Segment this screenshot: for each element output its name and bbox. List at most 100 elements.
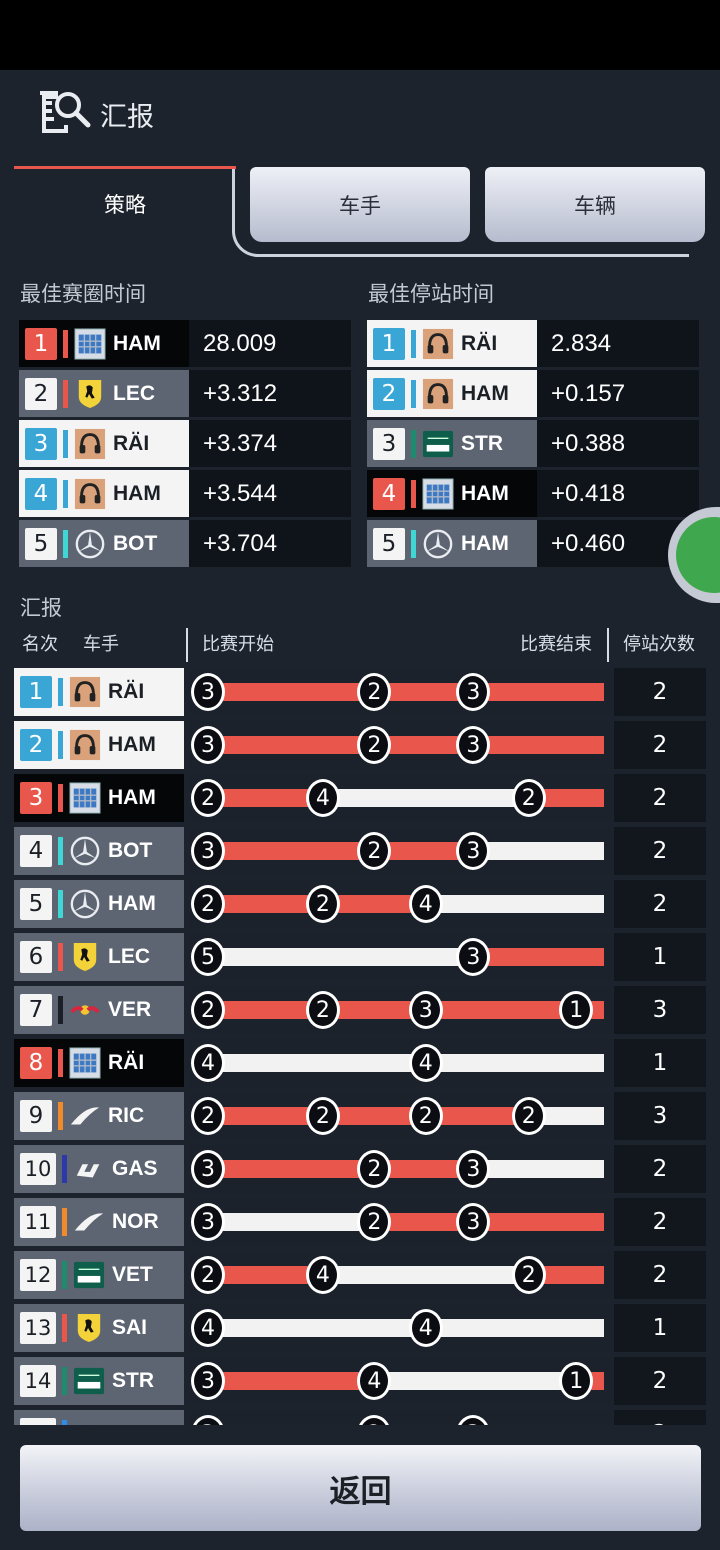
team-stripe: [63, 329, 68, 358]
team-stripe: [62, 1314, 67, 1342]
stint-bar: 2 2 4: [190, 880, 610, 928]
team-logo-icon: [68, 940, 102, 974]
driver-cell: 5 BOT: [19, 520, 189, 567]
tyre-compound-label: 2: [521, 1103, 536, 1129]
position-badge: 5: [25, 527, 57, 560]
col-race-finish: 比赛结束: [520, 634, 592, 655]
team-logo-icon: [68, 781, 102, 815]
best-time-row: 5 HAM +0.460: [367, 520, 699, 567]
team-logo-icon: [68, 887, 102, 921]
tab-cars[interactable]: 车辆: [485, 167, 705, 242]
tab-strategy[interactable]: 策略: [14, 166, 236, 242]
page-title: 汇报: [100, 101, 154, 133]
time-value: 28.009: [203, 329, 277, 357]
best-time-row: 4 HAM +0.418: [367, 470, 699, 517]
team-logo-icon: [72, 1311, 106, 1345]
tyre-compound-label: 2: [201, 1262, 215, 1288]
tyre-compound-marker: 3: [191, 1150, 225, 1188]
tyre-compound-marker: 1: [559, 1362, 594, 1400]
team-logo-icon: [421, 377, 455, 411]
driver-cell: 2 LEC: [19, 370, 189, 417]
tyre-compound-label: 4: [315, 1262, 330, 1288]
tyre-compound-marker: 2: [357, 832, 392, 870]
strategy-row: 10 GAS 3 2 3 2: [14, 1145, 706, 1193]
driver-code: RÄI: [461, 331, 498, 355]
tyre-compound-marker: 2: [357, 726, 392, 764]
tyre-compound-label: 2: [367, 679, 382, 705]
driver-code: GAS: [112, 1157, 158, 1180]
driver-code: BOT: [113, 531, 158, 555]
team-stripe: [62, 1208, 67, 1236]
pit-stop-count: 2: [614, 668, 706, 716]
team-stripe: [58, 784, 63, 812]
driver-cell: 4 HAM: [367, 470, 537, 517]
strategy-list: 1 RÄI 3 2 3 2 2 HAM 3 2 3 2 3 HAM 2 4 2 2 4 BOT 3 2 3 2 5 HAM 2 2 4 2…: [0, 668, 720, 1430]
time-value: +0.157: [551, 379, 626, 407]
stint-segment: [208, 1160, 375, 1178]
strategy-row: 7 VER 2 2 3 1 3: [14, 986, 706, 1034]
back-button[interactable]: 返回: [20, 1445, 701, 1531]
driver-code: HAM: [113, 331, 161, 355]
team-stripe: [411, 479, 416, 508]
strategy-row: 9 RIC 2 2 2 2 3: [14, 1092, 706, 1140]
position-badge: 1: [373, 327, 405, 360]
strategy-row: 4 BOT 3 2 3 2: [14, 827, 706, 875]
tyre-compound-label: 3: [201, 679, 215, 705]
driver-code: HAM: [108, 733, 156, 756]
report-screen: 汇报 策略 车手 车辆 最佳赛圈时间 最佳停站时间 1 HAM 28.009 2 LEC…: [0, 70, 720, 1550]
team-stripe: [62, 1261, 67, 1289]
best-pit-title: 最佳停站时间: [368, 282, 494, 306]
tyre-compound-marker: 2: [191, 1256, 225, 1294]
position-badge: 2: [25, 377, 57, 410]
tyre-compound-label: 4: [201, 1315, 215, 1341]
tyre-compound-marker: 2: [511, 1256, 546, 1294]
stint-bar: 3 2 3: [190, 1198, 610, 1246]
tyre-compound-label: 2: [315, 997, 330, 1023]
driver-cell: 3 HAM: [14, 774, 184, 822]
team-logo-icon: [72, 1258, 106, 1292]
position-badge: 6: [20, 941, 52, 973]
team-stripe: [411, 329, 416, 358]
driver-cell: 2 HAM: [14, 721, 184, 769]
strategy-row: 1 RÄI 3 2 3 2: [14, 668, 706, 716]
stint-segment: [208, 1054, 426, 1072]
tyre-compound-marker: 4: [408, 1309, 443, 1347]
tyre-compound-marker: 2: [357, 673, 392, 711]
tyre-compound-marker: 4: [305, 779, 340, 817]
tyre-compound-label: 1: [569, 997, 584, 1023]
driver-cell: 1 RÄI: [14, 668, 184, 716]
pit-stop-count: 3: [614, 986, 706, 1034]
time-cell: +3.374: [189, 420, 351, 467]
time-cell: +3.544: [189, 470, 351, 517]
tyre-compound-label: 3: [466, 1156, 481, 1182]
time-value: +0.388: [551, 429, 626, 457]
team-stripe: [58, 1102, 63, 1130]
tyre-compound-label: 3: [466, 1209, 481, 1235]
driver-cell: 4 BOT: [14, 827, 184, 875]
team-stripe: [63, 479, 68, 508]
strategy-row: 14 STR 3 4 1 2: [14, 1357, 706, 1405]
team-stripe: [58, 890, 63, 918]
tyre-compound-marker: 3: [191, 673, 225, 711]
time-value: +3.704: [203, 529, 278, 557]
position-badge: 3: [25, 427, 57, 460]
time-cell: 2.834: [537, 320, 699, 367]
stint-segment: [425, 1319, 604, 1337]
stint-segment: [473, 948, 604, 966]
driver-code: VER: [108, 998, 152, 1021]
stint-segment: [473, 683, 604, 701]
pit-stop-count: 1: [614, 1039, 706, 1087]
driver-cell: 12 VET: [14, 1251, 184, 1299]
tyre-compound-marker: 3: [191, 1362, 225, 1400]
tyre-compound-label: 4: [315, 785, 330, 811]
column-divider: [186, 628, 188, 662]
driver-code: SAI: [112, 1316, 148, 1339]
best-time-row: 2 HAM +0.157: [367, 370, 699, 417]
tab-drivers[interactable]: 车手: [250, 167, 470, 242]
team-logo-icon: [72, 1364, 106, 1398]
driver-cell: 7 VER: [14, 986, 184, 1034]
tyre-compound-label: 3: [201, 838, 215, 864]
tyre-compound-marker: 4: [357, 1362, 392, 1400]
driver-code: STR: [461, 431, 503, 455]
time-cell: +3.704: [189, 520, 351, 567]
